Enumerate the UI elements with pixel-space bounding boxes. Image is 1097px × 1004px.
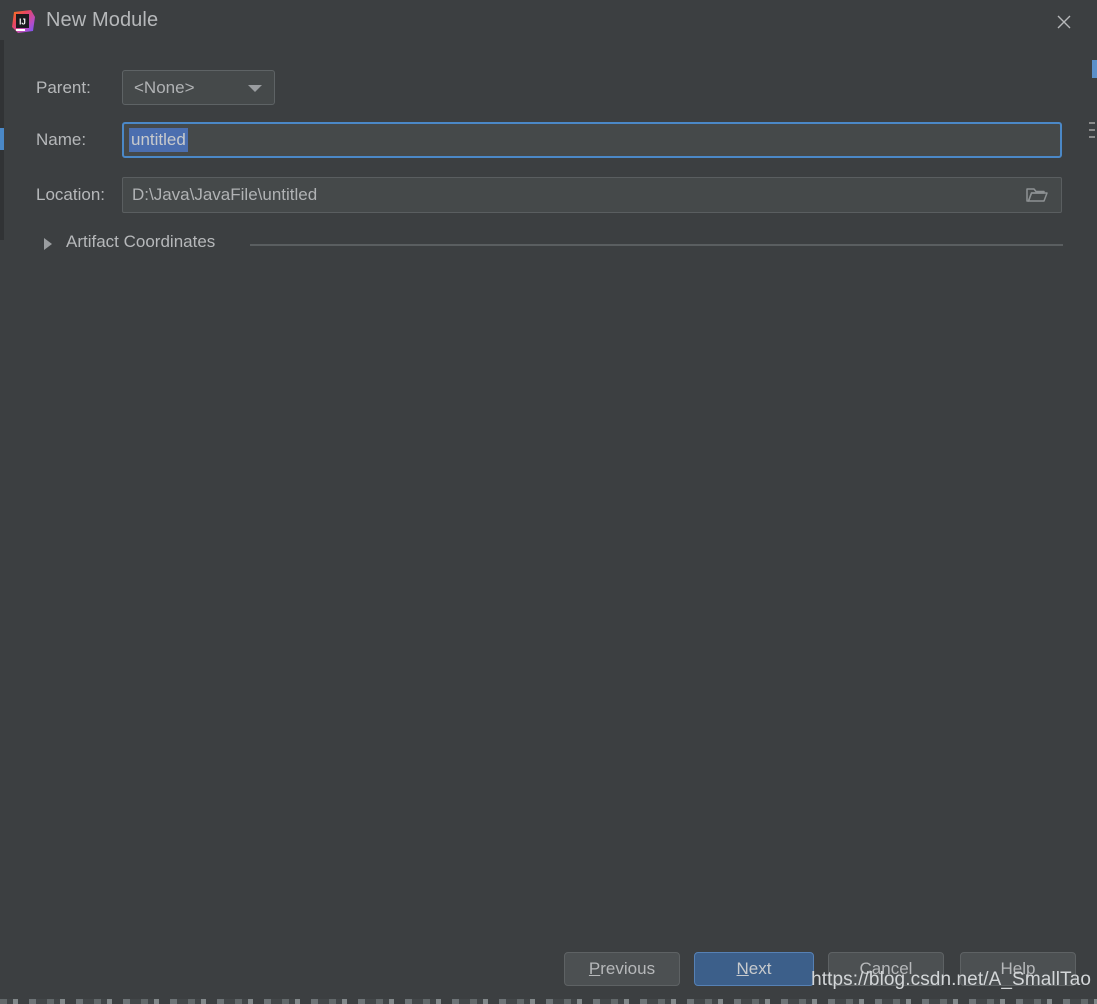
folder-icon[interactable] bbox=[1013, 178, 1061, 212]
name-label: Name: bbox=[36, 130, 87, 149]
artifact-coordinates-label: Artifact Coordinates bbox=[66, 232, 216, 251]
name-input[interactable]: untitled bbox=[122, 122, 1062, 158]
parent-dropdown-value: <None> bbox=[134, 78, 195, 97]
name-input-value: untitled bbox=[129, 128, 188, 152]
parent-window-left-accent bbox=[0, 128, 4, 150]
section-divider bbox=[250, 244, 1063, 246]
new-module-dialog: IJ New Module Parent: <None> Name: untit… bbox=[0, 0, 1097, 1004]
next-button-label: ext bbox=[748, 959, 772, 978]
parent-window-right-marks bbox=[1089, 122, 1095, 148]
dialog-titlebar: IJ New Module bbox=[0, 0, 1097, 46]
artifact-coordinates-section[interactable]: Artifact Coordinates bbox=[36, 232, 1063, 258]
chevron-down-icon bbox=[248, 85, 262, 92]
intellij-idea-logo-icon: IJ bbox=[11, 9, 36, 34]
parent-window-right-accent bbox=[1092, 60, 1097, 78]
dialog-title: New Module bbox=[46, 9, 159, 31]
close-icon[interactable] bbox=[1041, 0, 1087, 44]
svg-text:IJ: IJ bbox=[19, 18, 26, 27]
triangle-right-icon bbox=[44, 238, 52, 250]
previous-button-mnemonic: P bbox=[588, 959, 601, 978]
watermark: https://blog.csdn.net/A_SmallTao bbox=[811, 969, 1091, 990]
location-input-value: D:\Java\JavaFile\untitled bbox=[132, 185, 318, 204]
next-button-mnemonic: N bbox=[736, 959, 749, 978]
previous-button-label: revious bbox=[600, 959, 656, 978]
location-input[interactable]: D:\Java\JavaFile\untitled bbox=[122, 177, 1062, 213]
previous-button[interactable]: Previous bbox=[564, 952, 680, 986]
location-label: Location: bbox=[36, 185, 105, 204]
parent-window-bottom-edge bbox=[0, 999, 1097, 1004]
parent-dropdown[interactable]: <None> bbox=[122, 70, 275, 105]
parent-label: Parent: bbox=[36, 78, 91, 97]
next-button[interactable]: Next bbox=[694, 952, 814, 986]
